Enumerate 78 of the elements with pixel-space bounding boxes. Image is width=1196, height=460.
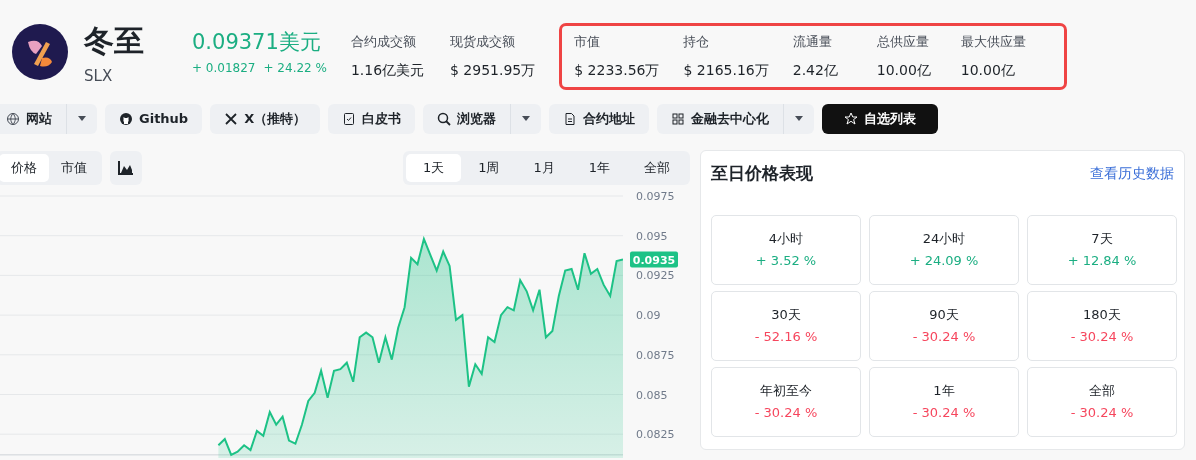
- link-button[interactable]: 合约地址: [549, 104, 650, 134]
- current-price-tag: 0.0935: [630, 251, 678, 268]
- dropdown-button[interactable]: [510, 104, 542, 134]
- globe-icon: [6, 112, 20, 126]
- period-label: 24小时: [922, 230, 966, 248]
- period-change: - 52.16 %: [754, 327, 818, 346]
- area-chart-icon: [118, 161, 134, 175]
- tab[interactable]: 1周: [461, 154, 517, 182]
- period-label: 年初至今: [760, 382, 812, 400]
- watchlist-button[interactable]: 自选列表: [822, 104, 939, 134]
- period-change: - 30.24 %: [754, 403, 818, 422]
- chart-type-button[interactable]: [110, 151, 142, 185]
- axis-label: 0.09: [636, 309, 661, 323]
- dropdown-button[interactable]: [66, 104, 97, 134]
- period-change: + 24.09 %: [909, 251, 979, 270]
- period-change: - 30.24 %: [912, 327, 976, 346]
- stat-value: 2.42亿: [792, 60, 839, 80]
- link-button[interactable]: 网站: [0, 104, 66, 134]
- period-label: 90天: [929, 306, 959, 324]
- link-button[interactable]: 白皮书: [328, 104, 416, 134]
- tab[interactable]: 全部: [627, 154, 687, 182]
- period-change: - 30.24 %: [1070, 327, 1134, 346]
- star-icon: [844, 112, 859, 126]
- axis-label: 0.085: [636, 388, 668, 402]
- axis-label: 0.0925: [636, 269, 675, 283]
- document-icon: [342, 112, 357, 126]
- period-change: + 3.52 %: [755, 251, 817, 270]
- tab[interactable]: 1月: [516, 154, 572, 182]
- period-change: - 30.24 %: [912, 403, 976, 422]
- price-change: + 0.01827: [192, 60, 256, 78]
- grid-icon: [671, 112, 686, 126]
- coin-logo-icon: [12, 24, 68, 80]
- link-button[interactable]: 金融去中心化: [657, 104, 784, 134]
- stat-label: 流通量: [792, 33, 833, 51]
- caret-icon: [77, 116, 87, 122]
- caret-icon: [521, 116, 532, 122]
- coin-symbol: SLX: [84, 66, 114, 87]
- history-link[interactable]: 查看历史数据: [1090, 163, 1174, 185]
- axis-label: 0.095: [636, 229, 668, 243]
- period-label: 180天: [1083, 306, 1121, 324]
- document-icon: [563, 112, 578, 126]
- period-change: + 12.84 %: [1067, 251, 1137, 270]
- tab[interactable]: 市值: [49, 154, 99, 182]
- tab[interactable]: 1年: [571, 154, 627, 182]
- period-label: 7天: [1091, 230, 1113, 248]
- period-label: 4小时: [768, 230, 804, 248]
- stat-value: $ 2951.95万: [449, 60, 536, 80]
- link-button[interactable]: X（推特）: [210, 104, 321, 134]
- search-icon: [437, 112, 452, 126]
- dropdown-button[interactable]: [783, 104, 815, 134]
- period-label: 30天: [771, 306, 801, 324]
- period-label: 1年: [933, 382, 955, 400]
- stat-label: 最大供应量: [960, 33, 1026, 51]
- axis-label: 0.0875: [636, 348, 675, 362]
- stat-label: 现货成交额: [449, 33, 516, 51]
- stat-value: 10.00亿: [960, 60, 1016, 80]
- period-change: - 30.24 %: [1070, 403, 1134, 422]
- card-title: 至日价格表现: [711, 162, 813, 185]
- stat-label: 持仓: [683, 33, 711, 51]
- stat-value: $ 2165.16万: [683, 60, 769, 80]
- stat-label: 总供应量: [876, 33, 930, 51]
- link-button[interactable]: Github: [105, 104, 203, 134]
- axis-label: 0.0975: [636, 190, 675, 203]
- stat-label: 合约成交额: [350, 33, 417, 51]
- axis-label: 0.0825: [636, 428, 675, 442]
- coin-name: 冬至: [84, 24, 144, 57]
- tab[interactable]: 价格: [0, 154, 49, 182]
- tab[interactable]: 1天: [405, 154, 462, 182]
- period-label: 全部: [1089, 382, 1115, 400]
- stat-value: 10.00亿: [876, 60, 932, 80]
- link-button[interactable]: 浏览器: [423, 104, 511, 134]
- price-change-percent: + 24.22 %: [263, 60, 327, 78]
- x-logo-icon: [224, 112, 239, 126]
- stat-value: 1.16亿美元: [350, 60, 426, 80]
- price-value: 0.09371美元: [192, 30, 322, 56]
- caret-icon: [794, 116, 805, 122]
- stat-label: 市值: [574, 33, 602, 51]
- stat-value: $ 2233.56万: [574, 60, 660, 80]
